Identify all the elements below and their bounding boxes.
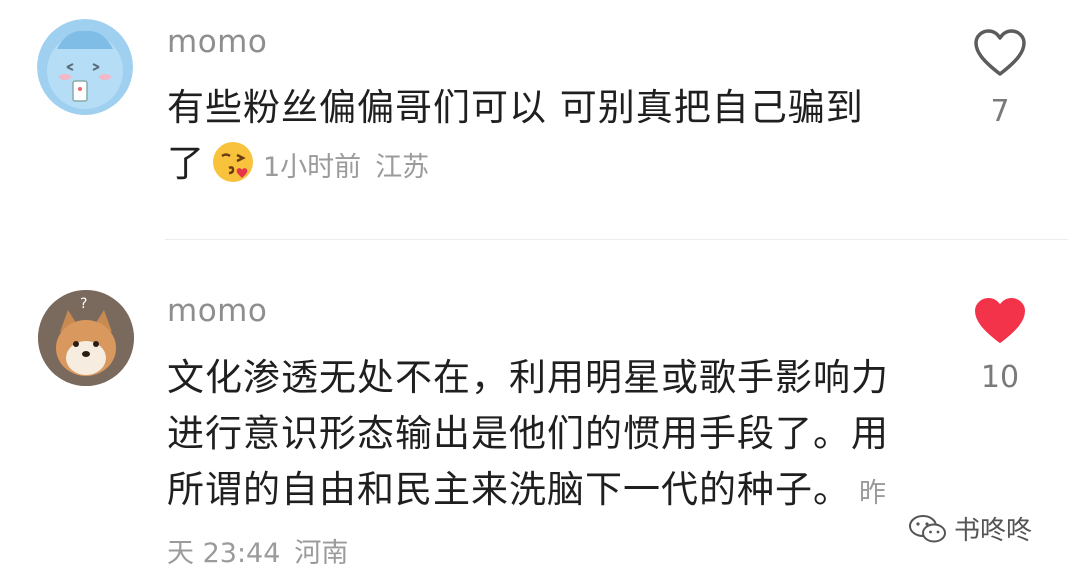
comment-location: 江苏 [375,152,430,183]
comment-item: momo 有些粉丝偏偏哥们可以 可别真把自己骗到了 1小时前 江苏 7 [0,0,1068,240]
comment-text: 文化渗透无处不在，利用明星或歌手影响力进行意识形态输出是他们的惯用手段了。用所谓… [167,350,892,582]
like-button[interactable]: 10 [967,296,1033,395]
wechat-icon [909,514,946,542]
username[interactable]: momo [167,24,267,60]
svg-text:?: ? [80,296,87,312]
username[interactable]: momo [167,293,267,329]
divider [165,239,1068,240]
watermark: 书咚咚 [908,510,1032,547]
like-count: 10 [980,360,1020,395]
like-button[interactable]: 7 [967,28,1033,129]
heart-outline-icon[interactable] [973,28,1027,78]
kiss-emoji-icon [211,140,255,184]
heart-filled-icon[interactable] [973,296,1027,346]
comment-location: 河南 [294,538,349,569]
comment-text: 有些粉丝偏偏哥们可以 可别真把自己骗到了 1小时前 江苏 [167,80,892,196]
avatar[interactable]: ? [38,290,134,386]
comment-body: 文化渗透无处不在，利用明星或歌手影响力进行意识形态输出是他们的惯用手段了。用所谓… [167,356,889,511]
watermark-text: 书咚咚 [954,516,1033,546]
avatar[interactable] [37,19,133,115]
like-count: 7 [990,94,1010,129]
comment-meta: 1小时前 江苏 [263,152,429,183]
comment-time: 1小时前 [263,152,362,183]
